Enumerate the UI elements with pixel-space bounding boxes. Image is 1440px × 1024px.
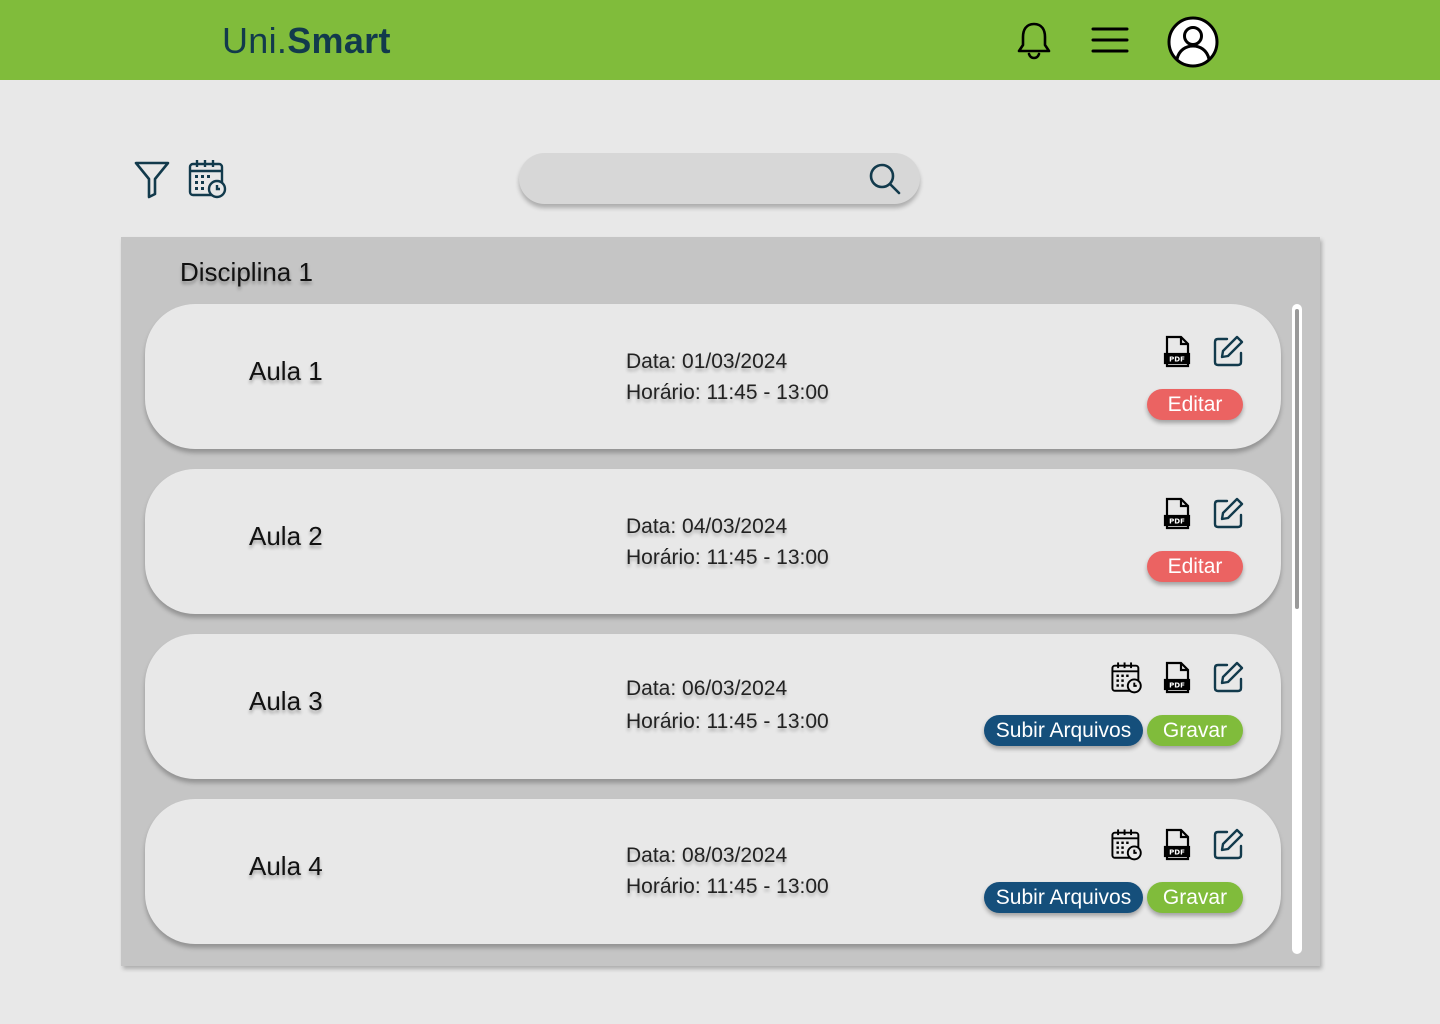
svg-text:PDF: PDF — [1169, 518, 1185, 526]
edit-button[interactable]: Editar — [1147, 551, 1243, 582]
edit-icon[interactable] — [1210, 826, 1246, 862]
menu-icon[interactable] — [1088, 20, 1132, 60]
edit-icon[interactable] — [1210, 495, 1246, 531]
discipline-panel: Disciplina 1 Aula 1 Data: 01/03/2024 Hor… — [121, 237, 1320, 966]
logo-bold: Smart — [287, 20, 391, 61]
calendar-clock-icon[interactable] — [186, 156, 230, 200]
aula-title: Aula 1 — [249, 356, 323, 386]
aula-title: Aula 3 — [249, 686, 323, 716]
edit-icon[interactable] — [1210, 659, 1246, 695]
aula-date: Data: 01/03/2024 — [626, 350, 788, 373]
top-bar: Uni.Smart — [0, 0, 1440, 80]
upload-files-button[interactable]: Subir Arquivos — [984, 715, 1143, 746]
aula-date: Data: 04/03/2024 — [626, 515, 788, 538]
svg-text:PDF: PDF — [1169, 356, 1185, 364]
scrollbar[interactable] — [1292, 304, 1302, 954]
record-button[interactable]: Gravar — [1147, 715, 1243, 746]
search-bar — [519, 153, 920, 204]
bell-icon[interactable] — [1012, 18, 1056, 62]
aula-time: Horário: 11:45 - 13:00 — [626, 381, 829, 404]
calendar-clock-icon[interactable] — [1109, 659, 1145, 695]
pdf-file-icon[interactable]: PDF — [1159, 334, 1195, 370]
edit-icon[interactable] — [1210, 333, 1246, 369]
pdf-file-icon[interactable]: PDF — [1159, 496, 1195, 532]
user-icon[interactable] — [1165, 14, 1221, 70]
aula-date: Data: 06/03/2024 — [626, 677, 788, 700]
aula-date: Data: 08/03/2024 — [626, 844, 788, 867]
panel-title: Disciplina 1 — [180, 257, 313, 287]
aula-title: Aula 2 — [249, 521, 323, 551]
search-input[interactable] — [541, 153, 861, 204]
logo-prefix: Uni. — [222, 20, 288, 61]
aula-time: Horário: 11:45 - 13:00 — [626, 710, 829, 733]
pdf-file-icon[interactable]: PDF — [1159, 827, 1195, 863]
calendar-clock-icon[interactable] — [1109, 826, 1145, 862]
app-logo[interactable]: Uni.Smart — [222, 20, 391, 62]
search-icon[interactable] — [866, 160, 904, 198]
record-button[interactable]: Gravar — [1147, 882, 1243, 913]
svg-text:PDF: PDF — [1169, 849, 1185, 857]
aula-time: Horário: 11:45 - 13:00 — [626, 875, 829, 898]
scrollbar-thumb[interactable] — [1295, 309, 1299, 609]
aula-card: Aula 1 Data: 01/03/2024 Horário: 11:45 -… — [145, 304, 1281, 449]
pdf-file-icon[interactable]: PDF — [1159, 660, 1195, 696]
aula-time: Horário: 11:45 - 13:00 — [626, 546, 829, 569]
aula-title: Aula 4 — [249, 851, 323, 881]
svg-text:PDF: PDF — [1169, 682, 1185, 690]
edit-button[interactable]: Editar — [1147, 389, 1243, 420]
aula-card: Aula 3 Data: 06/03/2024 Horário: 11:45 -… — [145, 634, 1281, 779]
aula-card: Aula 4 Data: 08/03/2024 Horário: 11:45 -… — [145, 799, 1281, 944]
aula-card: Aula 2 Data: 04/03/2024 Horário: 11:45 -… — [145, 469, 1281, 614]
upload-files-button[interactable]: Subir Arquivos — [984, 882, 1143, 913]
filter-icon[interactable] — [132, 158, 172, 200]
